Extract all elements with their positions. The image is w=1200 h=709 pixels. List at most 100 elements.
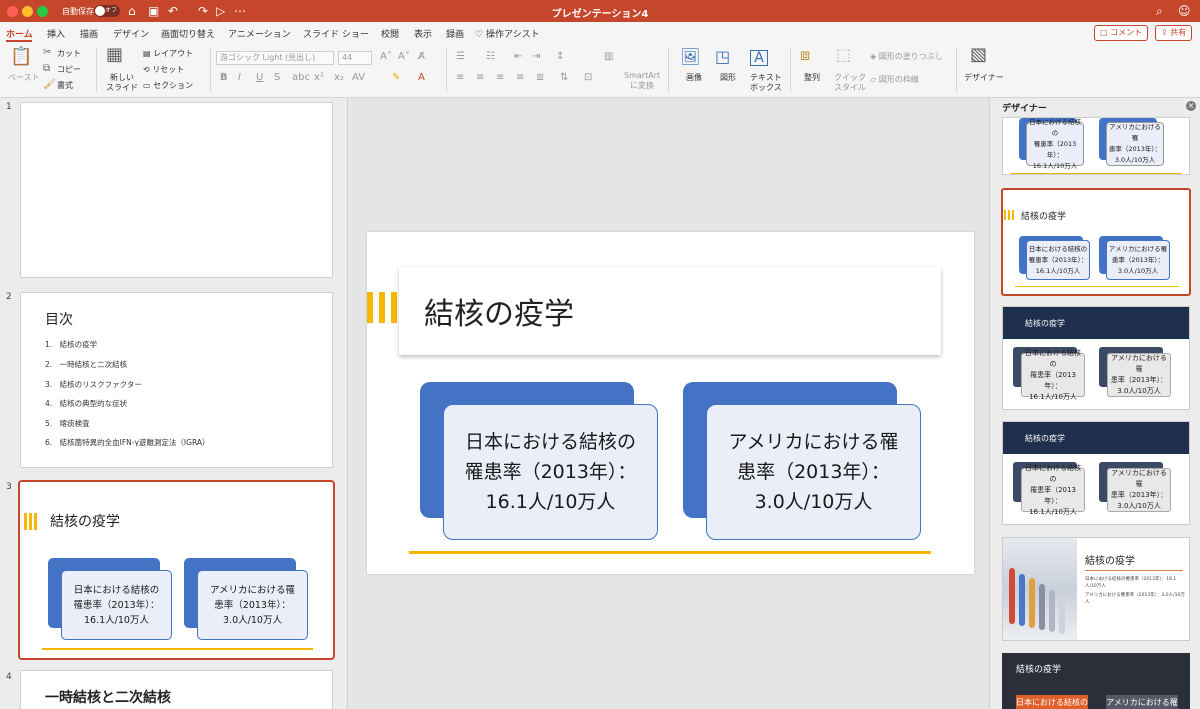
tab-draw[interactable]: 描画: [80, 27, 98, 40]
slide-thumbnail-4[interactable]: 一時結核と二次結核: [20, 670, 333, 709]
design-idea-6[interactable]: 結核の疫学 日本における結核の アメリカにおける罹: [1002, 653, 1190, 709]
strikethrough-icon[interactable]: abc: [292, 73, 310, 83]
copy-button[interactable]: コピー: [57, 65, 81, 75]
quick-style-button[interactable]: クイック スタイル: [834, 73, 866, 93]
highlight-icon[interactable]: ✎: [392, 73, 400, 83]
design-idea-4[interactable]: 結核の疫学 日本における結核の 罹患率（2013年）： 16.1人/10万人 ア…: [1002, 421, 1190, 525]
title-placeholder[interactable]: 結核の疫学: [399, 267, 941, 355]
format-painter-icon[interactable]: 🖌: [43, 78, 56, 92]
font-name-select[interactable]: 游ゴシック Light (見出し): [216, 51, 334, 65]
bold-icon[interactable]: B: [220, 73, 228, 83]
tab-home[interactable]: ホーム: [6, 27, 33, 40]
paste-icon[interactable]: 📋: [10, 48, 32, 66]
shadow-icon[interactable]: S: [274, 73, 280, 83]
font-size-select[interactable]: 44: [338, 51, 372, 65]
smartart-button[interactable]: SmartArt に変換: [624, 71, 660, 91]
design-idea-3[interactable]: 結核の疫学 日本における結核の 罹患率（2013年）： 16.1人/10万人 ア…: [1002, 306, 1190, 410]
decrease-indent-icon[interactable]: ⇤: [514, 52, 522, 62]
picture-icon[interactable]: 🖼: [680, 49, 700, 65]
slide-thumbnail-2[interactable]: 目次 1. 結核の疫学 2. 一時結核と二次結核 3. 結核のリスクファクター …: [20, 292, 333, 468]
textbox-button[interactable]: テキスト ボックス: [750, 73, 782, 93]
tell-me-search[interactable]: ♡ 操作アシスト: [475, 27, 540, 40]
section-icon: ▭: [143, 81, 151, 90]
line-spacing-icon[interactable]: ↕: [556, 52, 564, 62]
italic-icon[interactable]: I: [238, 73, 241, 83]
tab-transitions[interactable]: 画面切り替え: [161, 27, 215, 40]
tab-review[interactable]: 校閲: [381, 27, 399, 40]
designer-button[interactable]: デザイナー: [964, 73, 1004, 83]
copy-icon[interactable]: ⧉: [43, 62, 50, 76]
reset-label: リセット: [152, 65, 185, 74]
columns-icon[interactable]: ▥: [604, 52, 613, 62]
share-button[interactable]: ⇪ 共有: [1155, 25, 1193, 41]
arrange-button[interactable]: 整列: [804, 73, 820, 83]
bullets-icon[interactable]: ☰: [456, 52, 465, 62]
increase-indent-icon[interactable]: ⇥: [532, 52, 540, 62]
paste-button[interactable]: ペースト: [8, 73, 40, 83]
design-text-box: 日本における結核の 罹患率（2013年）： 16.1人/10万人: [1026, 240, 1090, 280]
close-icon[interactable]: ×: [1186, 101, 1196, 111]
font-color-icon[interactable]: A: [418, 73, 425, 83]
slide-thumbnail-1[interactable]: [20, 102, 333, 278]
text-box-japan[interactable]: 日本における結核の 罹患率（2013年）： 16.1人/10万人: [443, 404, 658, 540]
tab-record[interactable]: 録画: [446, 27, 464, 40]
tab-design[interactable]: デザイン: [113, 27, 149, 40]
align-center-icon[interactable]: ≡: [476, 73, 484, 83]
clear-format-icon[interactable]: A̸: [418, 52, 425, 62]
comment-label: コメント: [1110, 28, 1143, 37]
new-slide-button[interactable]: 新しい スライド: [106, 73, 138, 93]
paint-bucket-icon: ◈: [870, 52, 877, 61]
ribbon-tabs: ホーム 挿入 描画 デザイン 画面切り替え アニメーション スライド ショー 校…: [0, 22, 1200, 42]
shrink-font-icon[interactable]: A˅: [398, 52, 410, 62]
layout-button[interactable]: ▤ レイアウト: [143, 49, 193, 59]
char-spacing-icon[interactable]: AV: [352, 73, 365, 83]
superscript-icon[interactable]: x²: [314, 73, 324, 83]
design-text-box: 日本における結核の 罹患率（2013年）： 16.1人/10万人: [1021, 464, 1085, 516]
new-slide-icon[interactable]: ▦: [106, 46, 123, 64]
section-button[interactable]: ▭ セクション: [143, 81, 193, 91]
designer-icon[interactable]: ▧: [970, 46, 987, 64]
justify-icon[interactable]: ≡: [516, 73, 524, 83]
design-idea-1[interactable]: 日本における結核の 罹患率（2013年）： 16.1人/10万人 アメリカにおけ…: [1002, 117, 1190, 175]
tab-view[interactable]: 表示: [414, 27, 432, 40]
text-box-usa[interactable]: アメリカにおける罹 患率（2013年）： 3.0人/10万人: [706, 404, 921, 540]
cut-button[interactable]: カット: [57, 49, 81, 59]
design-idea-5[interactable]: 結核の疫学 日本における結核の罹患率（2013年）：16.1人/10万人 アメリ…: [1002, 537, 1190, 641]
picture-button[interactable]: 画像: [686, 73, 702, 83]
align-right-icon[interactable]: ≡: [496, 73, 504, 83]
subscript-icon[interactable]: x₂: [334, 73, 344, 83]
textbox-icon[interactable]: A: [750, 50, 768, 66]
tab-insert[interactable]: 挿入: [47, 27, 65, 40]
numbering-icon[interactable]: ☷: [486, 52, 495, 62]
tab-slideshow[interactable]: スライド ショー: [303, 27, 369, 40]
search-icon[interactable]: ⌕: [1156, 3, 1163, 19]
shape-icon[interactable]: ◳: [715, 49, 730, 65]
shape-button[interactable]: 図形: [720, 73, 736, 83]
slide-thumbnail-3[interactable]: 結核の疫学 日本における結核の 罹患率（2013年）： 16.1人/10万人 ア…: [18, 480, 335, 660]
toc-item: 4. 結核の典型的な症状: [45, 399, 128, 408]
align-left-icon[interactable]: ≡: [456, 73, 464, 83]
design-idea-2[interactable]: 結核の疫学 日本における結核の 罹患率（2013年）： 16.1人/10万人 ア…: [1001, 188, 1191, 296]
comment-button[interactable]: ▢ コメント: [1094, 25, 1149, 41]
design-yellow-line: [1011, 173, 1181, 174]
quick-style-icon[interactable]: ⬚: [836, 47, 851, 63]
grow-font-icon[interactable]: A˄: [380, 52, 392, 62]
design-bullet: アメリカにおける罹患率（2013年）：3.0人/10万人: [1085, 593, 1185, 605]
design-card-title: 結核の疫学: [1016, 665, 1062, 675]
arrange-icon[interactable]: ⧈: [800, 47, 810, 63]
reset-button[interactable]: ⟲ リセット: [143, 65, 184, 75]
account-icon[interactable]: ☺: [1178, 3, 1191, 19]
align-text-icon[interactable]: ⊡: [584, 73, 592, 83]
tab-animations[interactable]: アニメーション: [228, 27, 291, 40]
design-yellow-line: [1015, 286, 1179, 287]
cut-icon[interactable]: ✂: [43, 46, 51, 60]
design-gray-box: アメリカにおける罹: [1106, 695, 1178, 709]
underline-icon[interactable]: U: [256, 73, 263, 83]
distributed-icon[interactable]: ≣: [536, 73, 544, 83]
slide-number: 1: [6, 102, 12, 112]
shape-fill-button[interactable]: ◈ 図形の塗りつぶし: [870, 52, 943, 62]
shape-outline-button[interactable]: ▱ 図形の枠線: [870, 75, 919, 85]
text-direction-icon[interactable]: ⇅: [560, 73, 568, 83]
format-painter-button[interactable]: 書式: [57, 81, 73, 91]
slide[interactable]: 結核の疫学 日本における結核の 罹患率（2013年）： 16.1人/10万人 ア…: [367, 232, 974, 574]
